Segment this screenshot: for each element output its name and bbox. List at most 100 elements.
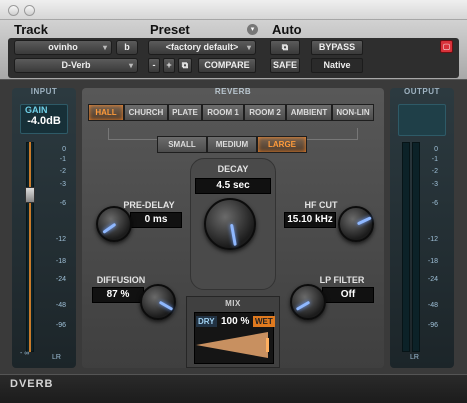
- input-scale-label: -96: [55, 322, 66, 329]
- mix-wet-label: WET: [253, 316, 275, 327]
- size-tab-small[interactable]: SMALL: [157, 136, 207, 153]
- output-scale-label: -12: [427, 236, 438, 243]
- track-name: ovinho: [48, 42, 78, 52]
- track-selector[interactable]: ovinho ▾: [14, 40, 112, 55]
- input-lr-label: LR: [52, 354, 61, 361]
- native-badge: Native: [311, 58, 363, 73]
- mix-ramp-graphic: [196, 332, 269, 358]
- output-label: OUTPUT: [404, 87, 440, 96]
- lpfilter-knob-pointer: [295, 300, 311, 311]
- predelay-knob-pointer: [102, 222, 117, 234]
- preset-menu-button[interactable]: ▾: [247, 24, 258, 35]
- decay-knob[interactable]: [204, 198, 256, 250]
- automation-label: Auto: [272, 22, 302, 37]
- plugin-power-button[interactable]: ▢: [440, 40, 453, 53]
- input-scale-label: 0: [62, 146, 66, 153]
- input-label: INPUT: [30, 87, 58, 96]
- output-scale-label: -1: [431, 156, 438, 163]
- gain-value: -4.0dB: [27, 115, 61, 127]
- reverb-label: REVERB: [214, 87, 252, 96]
- bypass-button[interactable]: BYPASS: [311, 40, 363, 55]
- output-scale-label: -2: [431, 168, 438, 175]
- decay-label: DECAY: [217, 164, 249, 174]
- lpfilter-label: LP FILTER: [319, 275, 365, 285]
- preset-selector[interactable]: <factory default> ▾: [148, 40, 256, 55]
- minimize-window-button[interactable]: [24, 5, 35, 16]
- chevron-down-icon: ▾: [128, 61, 133, 70]
- input-scale-label: -1: [59, 156, 66, 163]
- input-scale-label: -6: [59, 200, 66, 207]
- predelay-label: PRE-DELAY: [123, 200, 175, 210]
- track-label: Track: [14, 22, 48, 37]
- mix-dry-label: DRY: [196, 316, 217, 327]
- output-scale-label: -48: [427, 302, 438, 309]
- mix-value: 100 %: [221, 316, 250, 327]
- compare-button[interactable]: COMPARE: [198, 58, 256, 73]
- close-window-button[interactable]: [8, 5, 19, 16]
- input-scale-label: -18: [55, 258, 66, 265]
- window-titlebar: [0, 0, 467, 20]
- input-scale-label: -12: [55, 236, 66, 243]
- automation-icon: ⧉: [281, 42, 289, 52]
- algorithm-tab-room-1[interactable]: ROOM 1: [202, 104, 244, 121]
- algorithm-tab-room-2[interactable]: ROOM 2: [244, 104, 286, 121]
- gain-label: GAIN: [25, 105, 48, 115]
- channel-name: b: [124, 42, 130, 52]
- output-lr-label: LR: [410, 354, 419, 361]
- output-meter-right: [412, 142, 420, 352]
- plugin-selector[interactable]: D-Verb ▾: [14, 58, 138, 73]
- hfcut-label: HF CUT: [304, 200, 338, 210]
- lpfilter-knob[interactable]: [290, 284, 326, 320]
- algorithm-tab-plate[interactable]: PLATE: [168, 104, 202, 121]
- hfcut-value[interactable]: 15.10 kHz: [284, 212, 336, 228]
- output-scale-label: -18: [427, 258, 438, 265]
- output-scale-label: -96: [427, 322, 438, 329]
- output-scale-label: -3: [431, 181, 438, 188]
- input-scale-label: -3: [59, 181, 66, 188]
- preset-label: Preset: [150, 22, 190, 37]
- chevron-down-icon: ▾: [246, 43, 251, 52]
- diffusion-knob[interactable]: [140, 284, 176, 320]
- automation-window-button[interactable]: ⧉: [270, 40, 300, 55]
- predelay-value[interactable]: 0 ms: [130, 212, 182, 228]
- output-scale-label: 0: [434, 146, 438, 153]
- predelay-knob[interactable]: [96, 206, 132, 242]
- output-clip-display: [398, 104, 446, 136]
- gain-display[interactable]: GAIN -4.0dB: [20, 104, 68, 134]
- output-scale-label: -24: [427, 276, 438, 283]
- size-tab-large[interactable]: LARGE: [257, 136, 307, 153]
- algorithm-tab-church[interactable]: CHURCH: [124, 104, 168, 121]
- decay-value[interactable]: 4.5 sec: [195, 178, 271, 194]
- previous-preset-button[interactable]: -: [148, 58, 160, 73]
- input-fader-handle[interactable]: [25, 186, 35, 203]
- algorithm-tab-ambient[interactable]: AMBIENT: [286, 104, 332, 121]
- copy-settings-button[interactable]: ⧉: [178, 58, 192, 73]
- output-meter-left: [402, 142, 410, 352]
- mix-indicator: [266, 338, 269, 352]
- channel-selector[interactable]: b: [116, 40, 138, 55]
- plugin-footer-name: DVERB: [10, 378, 54, 390]
- safe-button[interactable]: SAFE: [270, 58, 300, 73]
- input-scale-label: -48: [55, 302, 66, 309]
- chevron-down-icon: ▾: [102, 43, 107, 52]
- input-scale-label: -24: [55, 276, 66, 283]
- hfcut-knob-pointer: [356, 216, 372, 226]
- input-scale-label: -2: [59, 168, 66, 175]
- hfcut-knob[interactable]: [338, 206, 374, 242]
- power-icon: ▢: [442, 42, 451, 51]
- next-preset-button[interactable]: +: [163, 58, 175, 73]
- algorithm-tab-hall[interactable]: HALL: [88, 104, 124, 121]
- mix-ramp-shape: [196, 332, 268, 358]
- plugin-name: D-Verb: [61, 60, 91, 70]
- output-scale-label: -6: [431, 200, 438, 207]
- diffusion-value[interactable]: 87 %: [92, 287, 144, 303]
- decay-knob-pointer: [230, 223, 237, 246]
- input-fader-track: [29, 142, 31, 352]
- copy-icon: ⧉: [181, 60, 189, 70]
- diffusion-knob-pointer: [158, 300, 174, 311]
- size-tab-medium[interactable]: MEDIUM: [207, 136, 257, 153]
- algorithm-tab-non-lin[interactable]: NON-LIN: [332, 104, 374, 121]
- plugin-footer: [0, 374, 467, 403]
- input-inf-label: - ∞: [20, 350, 30, 357]
- lpfilter-value[interactable]: Off: [322, 287, 374, 303]
